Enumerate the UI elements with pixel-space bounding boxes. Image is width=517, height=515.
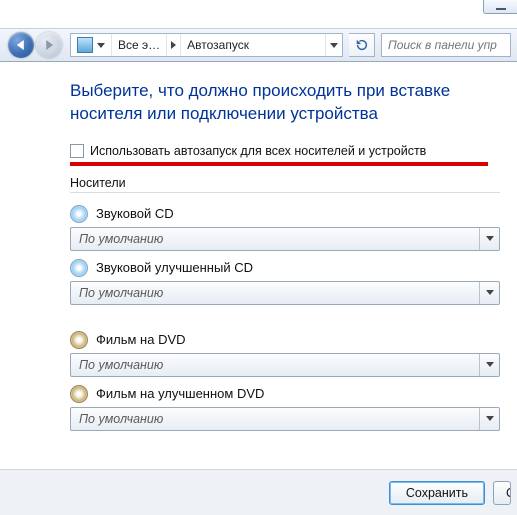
media-label: Звуковой CD (96, 206, 174, 221)
address-history-dropdown[interactable] (325, 34, 342, 56)
section-label-media: Носители (70, 176, 517, 190)
nav-forward-button[interactable] (36, 32, 62, 58)
media-row: Звуковой улучшенный CD По умолчанию (70, 259, 517, 305)
highlight-underline (70, 162, 488, 166)
refresh-button[interactable] (349, 33, 375, 57)
media-label: Фильм на DVD (96, 332, 186, 347)
media-row: Фильм на улучшенном DVD По умолчанию (70, 385, 517, 431)
media-label: Звуковой улучшенный CD (96, 260, 253, 275)
combo-dropdown-button[interactable] (479, 282, 499, 304)
page-title: Выберите, что должно происходить при вст… (70, 80, 517, 126)
media-action-combo[interactable]: По умолчанию (70, 353, 500, 377)
media-action-combo[interactable]: По умолчанию (70, 227, 500, 251)
breadcrumb-chevron[interactable] (167, 34, 181, 56)
combo-value: По умолчанию (79, 358, 163, 372)
media-title: Звуковой CD (70, 205, 517, 223)
chevron-down-icon (97, 43, 105, 48)
media-action-combo[interactable]: По умолчанию (70, 407, 500, 431)
cancel-button[interactable]: О (493, 481, 511, 505)
navigation-bar: Все э… Автозапуск (0, 28, 517, 62)
chevron-down-icon (486, 416, 494, 421)
search-input[interactable] (381, 33, 511, 57)
media-row: Фильм на DVD По умолчанию (70, 331, 517, 377)
nav-back-button[interactable] (8, 32, 34, 58)
save-button[interactable]: Сохранить (389, 481, 485, 505)
combo-dropdown-button[interactable] (479, 354, 499, 376)
combo-dropdown-button[interactable] (479, 228, 499, 250)
chevron-down-icon (486, 236, 494, 241)
chevron-down-icon (486, 362, 494, 367)
chevron-right-icon (171, 41, 176, 49)
address-bar[interactable]: Все э… Автозапуск (70, 33, 343, 57)
window-minimize-button[interactable] (483, 0, 517, 14)
combo-value: По умолчанию (79, 232, 163, 246)
master-checkbox[interactable] (70, 144, 84, 158)
media-title: Фильм на улучшенном DVD (70, 385, 517, 403)
master-checkbox-label: Использовать автозапуск для всех носител… (90, 144, 426, 158)
breadcrumb-segment-current[interactable]: Автозапуск (181, 34, 325, 56)
breadcrumb-label: Все э… (118, 38, 160, 52)
breadcrumb-label: Автозапуск (187, 38, 249, 52)
chevron-down-icon (486, 290, 494, 295)
master-checkbox-row: Использовать автозапуск для всех носител… (70, 144, 517, 158)
combo-value: По умолчанию (79, 412, 163, 426)
section-divider (70, 192, 500, 193)
refresh-icon (355, 38, 369, 52)
media-action-combo[interactable]: По умолчанию (70, 281, 500, 305)
media-title: Фильм на DVD (70, 331, 517, 349)
audio-cd-icon (70, 205, 88, 223)
content-area: Выберите, что должно происходить при вст… (70, 80, 517, 439)
control-panel-icon (77, 37, 93, 53)
combo-dropdown-button[interactable] (479, 408, 499, 430)
breadcrumb-segment-root[interactable]: Все э… (112, 34, 167, 56)
address-icon-segment (71, 34, 112, 56)
footer-bar: Сохранить О (0, 469, 517, 515)
combo-value: По умолчанию (79, 286, 163, 300)
audio-cd-icon (70, 259, 88, 277)
dvd-movie-icon (70, 331, 88, 349)
media-row: Звуковой CD По умолчанию (70, 205, 517, 251)
chevron-down-icon (330, 43, 338, 48)
dvd-movie-icon (70, 385, 88, 403)
media-title: Звуковой улучшенный CD (70, 259, 517, 277)
media-label: Фильм на улучшенном DVD (96, 386, 264, 401)
